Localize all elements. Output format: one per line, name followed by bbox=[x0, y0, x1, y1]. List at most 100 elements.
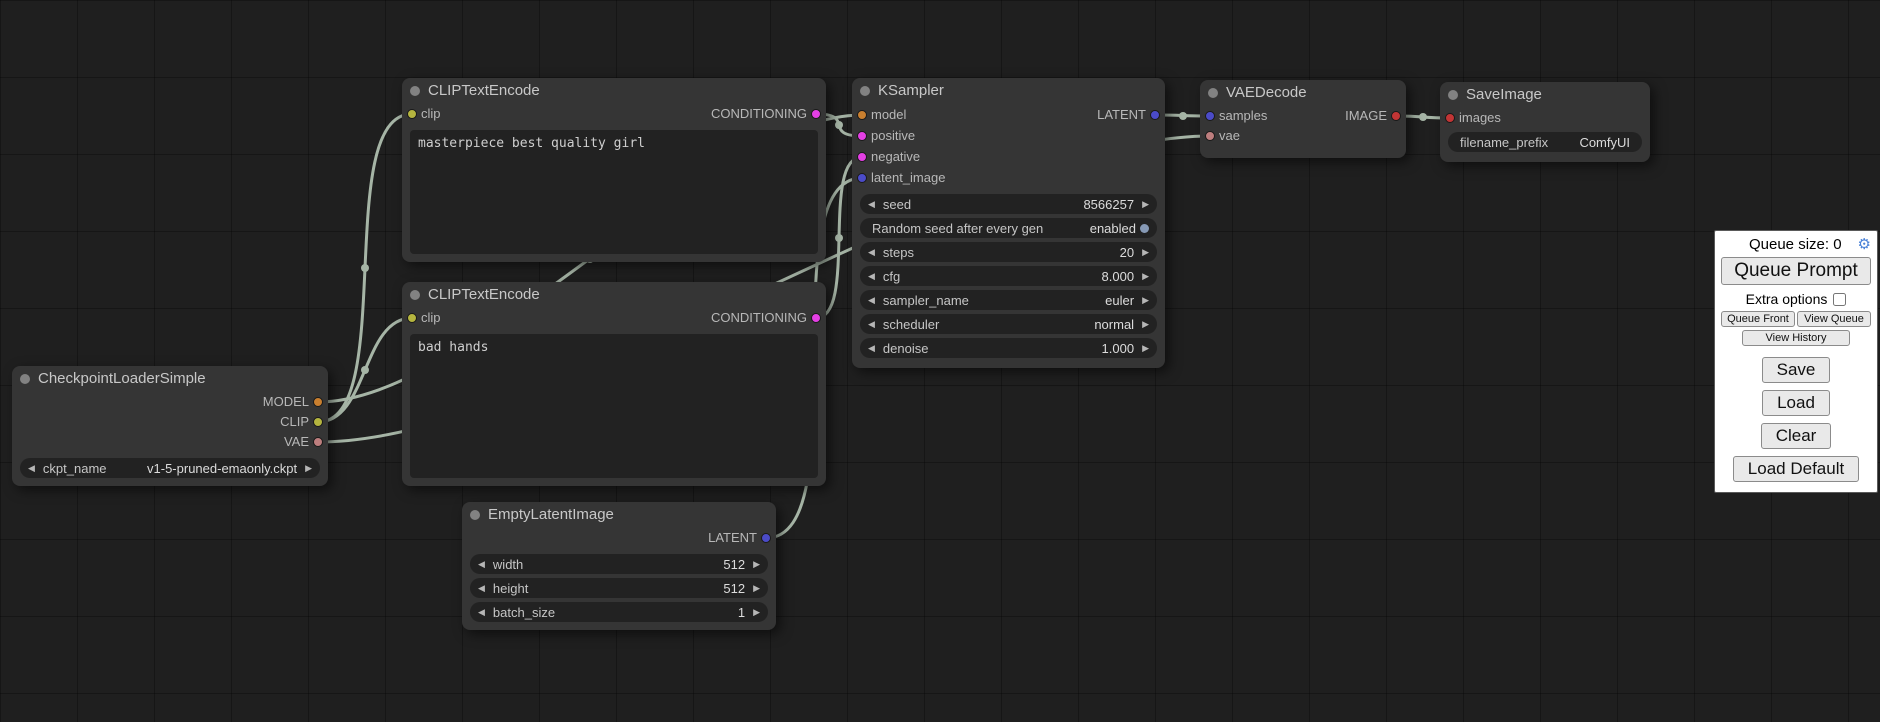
input-port-vae-icon[interactable] bbox=[1205, 131, 1215, 141]
input-label: images bbox=[1459, 108, 1501, 128]
decrement-icon[interactable]: ◀ bbox=[868, 200, 875, 209]
increment-icon[interactable]: ▶ bbox=[305, 464, 312, 473]
widget-label: seed bbox=[883, 197, 911, 212]
input-port-clip-icon[interactable] bbox=[407, 313, 417, 323]
prompt-textarea[interactable]: masterpiece best quality girl bbox=[410, 130, 818, 254]
output-label: CONDITIONING bbox=[711, 104, 807, 124]
output-port-vae-icon[interactable] bbox=[313, 437, 323, 447]
node-graph-canvas[interactable]: CheckpointLoaderSimple MODEL CLIP VAE ◀ … bbox=[0, 0, 1880, 722]
input-port-model-icon[interactable] bbox=[857, 110, 867, 120]
node-clip-text-encode-positive[interactable]: CLIPTextEncode clip CONDITIONING masterp… bbox=[402, 78, 826, 262]
node-title-bar[interactable]: CLIPTextEncode bbox=[402, 78, 826, 104]
input-port-negative-icon[interactable] bbox=[857, 152, 867, 162]
decrement-icon[interactable]: ◀ bbox=[478, 560, 485, 569]
node-vae-decode[interactable]: VAEDecode samples IMAGE vae bbox=[1200, 80, 1406, 158]
widget-seed[interactable]: ◀ seed 8566257 ▶ bbox=[860, 194, 1157, 214]
port-row: LATENT bbox=[462, 528, 776, 548]
output-port-conditioning-icon[interactable] bbox=[811, 109, 821, 119]
clear-button[interactable]: Clear bbox=[1761, 423, 1832, 449]
settings-gear-icon[interactable]: ⚙ bbox=[1858, 237, 1871, 252]
node-title-bar[interactable]: VAEDecode bbox=[1200, 80, 1406, 106]
input-port-images-icon[interactable] bbox=[1445, 113, 1455, 123]
increment-icon[interactable]: ▶ bbox=[1142, 248, 1149, 257]
node-title: EmptyLatentImage bbox=[488, 506, 614, 523]
toggle-enabled-icon[interactable] bbox=[1140, 224, 1149, 233]
view-history-button[interactable]: View History bbox=[1742, 330, 1850, 346]
output-port-clip-icon[interactable] bbox=[313, 417, 323, 427]
node-title-bar[interactable]: EmptyLatentImage bbox=[462, 502, 776, 528]
node-clip-text-encode-negative[interactable]: CLIPTextEncode clip CONDITIONING bad han… bbox=[402, 282, 826, 486]
widget-value: 8.000 bbox=[1102, 269, 1135, 284]
node-collapse-dot-icon[interactable] bbox=[1448, 90, 1458, 100]
node-collapse-dot-icon[interactable] bbox=[1208, 88, 1218, 98]
node-title-bar[interactable]: CLIPTextEncode bbox=[402, 282, 826, 308]
widget-sampler-name[interactable]: ◀ sampler_name euler ▶ bbox=[860, 290, 1157, 310]
widget-cfg[interactable]: ◀ cfg 8.000 ▶ bbox=[860, 266, 1157, 286]
widget-label: Random seed after every gen bbox=[872, 221, 1043, 236]
input-port-samples-icon[interactable] bbox=[1205, 111, 1215, 121]
input-label: clip bbox=[421, 104, 441, 124]
view-queue-button[interactable]: View Queue bbox=[1797, 311, 1871, 327]
widget-value: enabled bbox=[1090, 221, 1136, 236]
increment-icon[interactable]: ▶ bbox=[1142, 272, 1149, 281]
widget-filename-prefix[interactable]: filename_prefix ComfyUI bbox=[1448, 132, 1642, 152]
increment-icon[interactable]: ▶ bbox=[753, 608, 760, 617]
port-row: latent_image bbox=[852, 167, 1165, 188]
node-title-bar[interactable]: CheckpointLoaderSimple bbox=[12, 366, 328, 392]
node-title-bar[interactable]: SaveImage bbox=[1440, 82, 1650, 108]
node-ksampler[interactable]: KSampler model LATENT positive negative … bbox=[852, 78, 1165, 368]
widget-steps[interactable]: ◀ steps 20 ▶ bbox=[860, 242, 1157, 262]
prompt-textarea[interactable]: bad hands bbox=[410, 334, 818, 478]
input-port-clip-icon[interactable] bbox=[407, 109, 417, 119]
queue-front-button[interactable]: Queue Front bbox=[1721, 311, 1795, 327]
extra-options-checkbox[interactable] bbox=[1833, 293, 1846, 306]
widget-denoise[interactable]: ◀ denoise 1.000 ▶ bbox=[860, 338, 1157, 358]
decrement-icon[interactable]: ◀ bbox=[868, 320, 875, 329]
widget-value: 512 bbox=[723, 581, 745, 596]
node-save-image[interactable]: SaveImage images filename_prefix ComfyUI bbox=[1440, 82, 1650, 162]
queue-prompt-button[interactable]: Queue Prompt bbox=[1721, 257, 1871, 285]
increment-icon[interactable]: ▶ bbox=[753, 560, 760, 569]
node-collapse-dot-icon[interactable] bbox=[860, 86, 870, 96]
output-port-image-icon[interactable] bbox=[1391, 111, 1401, 121]
decrement-icon[interactable]: ◀ bbox=[868, 344, 875, 353]
output-port-conditioning-icon[interactable] bbox=[811, 313, 821, 323]
widget-random-seed-toggle[interactable]: Random seed after every gen enabled bbox=[860, 218, 1157, 238]
save-button[interactable]: Save bbox=[1762, 357, 1831, 383]
load-button[interactable]: Load bbox=[1762, 390, 1830, 416]
widget-scheduler[interactable]: ◀ scheduler normal ▶ bbox=[860, 314, 1157, 334]
increment-icon[interactable]: ▶ bbox=[1142, 344, 1149, 353]
increment-icon[interactable]: ▶ bbox=[1142, 200, 1149, 209]
decrement-icon[interactable]: ◀ bbox=[478, 584, 485, 593]
node-empty-latent-image[interactable]: EmptyLatentImage LATENT ◀ width 512 ▶ ◀ … bbox=[462, 502, 776, 630]
output-port-latent-icon[interactable] bbox=[761, 533, 771, 543]
increment-icon[interactable]: ▶ bbox=[1142, 320, 1149, 329]
widget-ckpt-name[interactable]: ◀ ckpt_name v1-5-pruned-emaonly.ckpt ▶ bbox=[20, 458, 320, 478]
node-title-bar[interactable]: KSampler bbox=[852, 78, 1165, 104]
link-midpoint-dot bbox=[361, 264, 369, 272]
port-row: clip CONDITIONING bbox=[402, 104, 826, 124]
node-title: CheckpointLoaderSimple bbox=[38, 370, 206, 387]
widget-label: sampler_name bbox=[883, 293, 969, 308]
output-port-latent-icon[interactable] bbox=[1150, 110, 1160, 120]
node-checkpoint-loader-simple[interactable]: CheckpointLoaderSimple MODEL CLIP VAE ◀ … bbox=[12, 366, 328, 486]
widget-width[interactable]: ◀ width 512 ▶ bbox=[470, 554, 768, 574]
output-port-model-icon[interactable] bbox=[313, 397, 323, 407]
input-port-positive-icon[interactable] bbox=[857, 131, 867, 141]
input-port-latent-image-icon[interactable] bbox=[857, 173, 867, 183]
node-collapse-dot-icon[interactable] bbox=[470, 510, 480, 520]
decrement-icon[interactable]: ◀ bbox=[478, 608, 485, 617]
node-collapse-dot-icon[interactable] bbox=[410, 290, 420, 300]
decrement-icon[interactable]: ◀ bbox=[868, 296, 875, 305]
load-default-button[interactable]: Load Default bbox=[1733, 456, 1859, 482]
decrement-icon[interactable]: ◀ bbox=[868, 272, 875, 281]
increment-icon[interactable]: ▶ bbox=[753, 584, 760, 593]
decrement-icon[interactable]: ◀ bbox=[868, 248, 875, 257]
node-collapse-dot-icon[interactable] bbox=[410, 86, 420, 96]
node-collapse-dot-icon[interactable] bbox=[20, 374, 30, 384]
decrement-icon[interactable]: ◀ bbox=[28, 464, 35, 473]
increment-icon[interactable]: ▶ bbox=[1142, 296, 1149, 305]
widget-batch-size[interactable]: ◀ batch_size 1 ▶ bbox=[470, 602, 768, 622]
widget-height[interactable]: ◀ height 512 ▶ bbox=[470, 578, 768, 598]
port-row: images bbox=[1440, 108, 1650, 128]
